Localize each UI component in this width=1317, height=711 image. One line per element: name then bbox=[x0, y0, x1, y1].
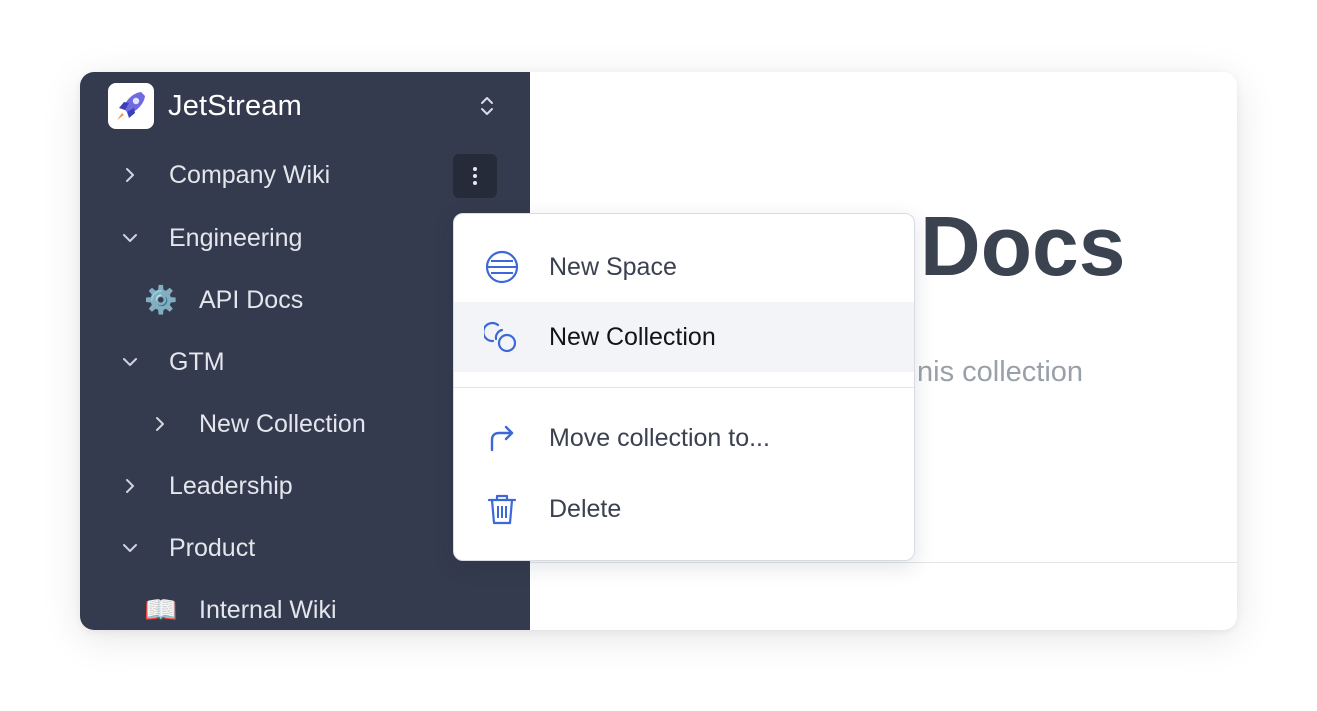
menu-item-new-collection[interactable]: New Collection bbox=[454, 302, 914, 372]
collection-icon bbox=[482, 317, 522, 357]
chevron-down-icon[interactable] bbox=[120, 352, 140, 372]
rocket-icon bbox=[108, 83, 154, 129]
menu-item-move-collection[interactable]: Move collection to... bbox=[454, 403, 914, 473]
chevron-down-icon[interactable] bbox=[120, 538, 140, 558]
menu-divider bbox=[454, 387, 914, 388]
sidebar-item-label: Internal Wiki bbox=[199, 595, 337, 624]
menu-item-label: Delete bbox=[549, 494, 622, 523]
chevron-right-icon[interactable] bbox=[120, 476, 140, 496]
chevron-right-icon[interactable] bbox=[150, 414, 170, 434]
book-icon: 📖 bbox=[144, 595, 178, 625]
menu-item-label: Move collection to... bbox=[549, 423, 770, 452]
space-icon bbox=[482, 247, 522, 287]
menu-item-new-space[interactable]: New Space bbox=[454, 232, 914, 302]
sidebar-item-internal-wiki[interactable]: 📖 Internal Wiki bbox=[80, 585, 530, 630]
menu-item-label: New Space bbox=[549, 252, 677, 281]
workspace-name: JetStream bbox=[168, 89, 302, 122]
page-description[interactable]: nis collection bbox=[917, 356, 1083, 389]
menu-item-delete[interactable]: Delete bbox=[454, 474, 914, 544]
workspace-switcher[interactable]: JetStream bbox=[108, 83, 498, 129]
divider bbox=[530, 562, 1237, 563]
chevron-down-icon[interactable] bbox=[120, 228, 140, 248]
sidebar-item-label: GTM bbox=[169, 347, 225, 376]
sidebar-item-label: Engineering bbox=[169, 223, 303, 252]
chevron-right-icon[interactable] bbox=[120, 165, 140, 185]
sidebar-item-label: New Collection bbox=[199, 409, 366, 438]
trash-icon bbox=[482, 489, 522, 529]
move-arrow-icon bbox=[482, 418, 522, 458]
more-vertical-icon[interactable] bbox=[453, 154, 497, 198]
gear-icon: ⚙️ bbox=[144, 285, 178, 315]
context-menu: New Space New Collection Move collection… bbox=[453, 213, 915, 561]
chevron-up-down-icon[interactable] bbox=[476, 93, 498, 119]
sidebar-item-label: Product bbox=[169, 533, 256, 562]
sidebar-item-label: Leadership bbox=[169, 471, 293, 500]
sidebar-item-label: API Docs bbox=[199, 285, 304, 314]
menu-item-label: New Collection bbox=[549, 322, 716, 351]
sidebar-item-label: Company Wiki bbox=[169, 160, 331, 189]
